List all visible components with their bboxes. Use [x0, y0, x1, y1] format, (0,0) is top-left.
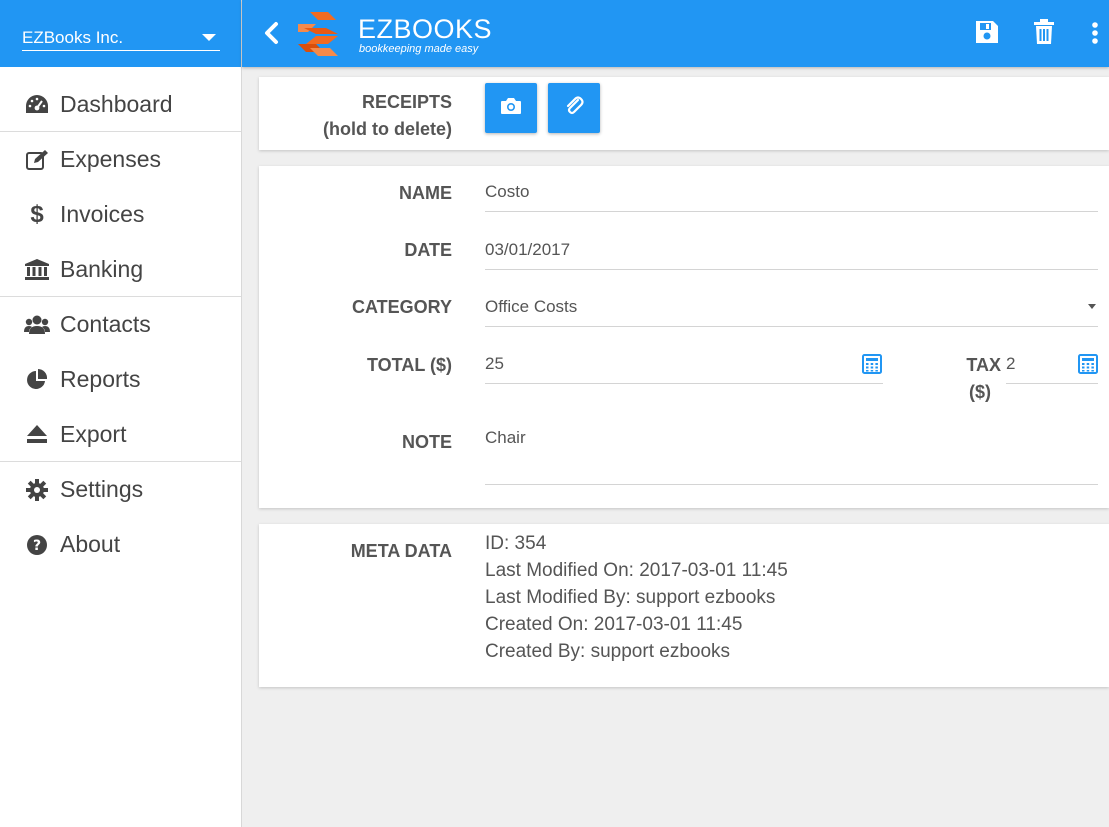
dashboard-icon	[24, 92, 50, 116]
receipts-card: RECEIPTS (hold to delete)	[259, 77, 1109, 150]
sidebar-item-banking[interactable]: Banking	[0, 242, 241, 297]
category-value: Office Costs	[485, 297, 578, 316]
attach-button[interactable]	[548, 83, 600, 133]
expense-form-card: NAME Costo DATE 03/01/2017 CATEGORY Offi…	[259, 166, 1109, 508]
sidebar-item-label: Settings	[60, 476, 144, 502]
gear-icon	[24, 478, 50, 502]
eject-icon	[24, 422, 50, 446]
sidebar-item-label: Invoices	[60, 201, 145, 227]
meta-created-on: Created On: 2017-03-01 11:45	[485, 614, 743, 635]
meta-data-card: META DATA ID: 354 Last Modified On: 2017…	[259, 524, 1109, 687]
sidebar-header: EZBooks Inc.	[0, 0, 241, 67]
paperclip-icon	[564, 95, 584, 122]
meta-id: ID: 354	[485, 533, 547, 554]
sidebar-item-invoices[interactable]: $ Invoices	[0, 187, 241, 242]
more-vert-icon[interactable]	[1088, 18, 1104, 48]
brand-tagline: bookkeeping made easy	[359, 43, 479, 55]
note-label: NOTE	[401, 432, 452, 452]
brand-name: EZBOOKS	[358, 14, 493, 44]
sidebar-item-dashboard[interactable]: Dashboard	[0, 67, 241, 132]
bank-icon	[24, 257, 50, 281]
total-value: 25	[485, 354, 504, 373]
calculator-icon[interactable]	[1078, 354, 1098, 374]
date-value: 03/01/2017	[485, 240, 571, 259]
meta-last-modified-by: Last Modified By: support ezbooks	[485, 587, 776, 608]
save-icon[interactable]	[974, 18, 1002, 48]
tax-label: TAX ($)	[919, 352, 1001, 406]
edit-icon	[24, 148, 50, 172]
sidebar-item-expenses[interactable]: Expenses	[0, 132, 241, 187]
date-label: DATE	[404, 240, 452, 260]
sidebar: EZBooks Inc. Dashboard Expenses $ Invoic…	[0, 0, 242, 827]
sidebar-item-label: Banking	[60, 255, 144, 282]
calculator-icon[interactable]	[862, 354, 882, 374]
sidebar-item-export[interactable]: Export	[0, 407, 241, 462]
sidebar-nav: Dashboard Expenses $ Invoices Banking Co…	[0, 67, 241, 572]
receipts-title: RECEIPTS	[361, 92, 452, 112]
meta-data-label: META DATA	[350, 541, 452, 561]
tax-label-line1: TAX	[966, 355, 1001, 375]
sidebar-item-label: Reports	[60, 366, 141, 392]
company-name: EZBooks Inc.	[22, 28, 124, 47]
tax-label-line2: ($)	[969, 382, 991, 402]
sidebar-item-label: Dashboard	[60, 90, 173, 117]
total-field[interactable]: 25	[485, 354, 883, 384]
note-field[interactable]: Chair	[485, 428, 1098, 485]
ezbooks-logo-icon	[296, 10, 344, 58]
category-label: CATEGORY	[351, 297, 452, 317]
receipts-label: RECEIPTS (hold to delete)	[323, 89, 452, 143]
sidebar-item-about[interactable]: ? About	[0, 517, 241, 572]
receipts-hint: (hold to delete)	[323, 119, 452, 139]
camera-button[interactable]	[485, 83, 537, 133]
name-field[interactable]: Costo	[485, 182, 1098, 212]
caret-down-icon	[202, 34, 216, 41]
category-select[interactable]: Office Costs	[485, 297, 1098, 327]
question-circle-icon: ?	[24, 533, 50, 557]
meta-last-modified-on: Last Modified On: 2017-03-01 11:45	[485, 560, 788, 581]
trash-icon[interactable]	[1031, 18, 1059, 48]
name-label: NAME	[399, 183, 452, 203]
meta-data-list: ID: 354 Last Modified On: 2017-03-01 11:…	[485, 530, 788, 665]
sidebar-item-reports[interactable]: Reports	[0, 352, 241, 407]
note-value: Chair	[485, 428, 526, 447]
sidebar-item-label: Contacts	[60, 311, 151, 337]
svg-text:?: ?	[33, 538, 41, 554]
sidebar-item-contacts[interactable]: Contacts	[0, 297, 241, 352]
users-icon	[24, 313, 50, 337]
tax-value: 2	[1006, 354, 1016, 373]
pie-chart-icon	[24, 368, 50, 392]
dollar-icon: $	[30, 200, 44, 228]
sidebar-item-label: About	[60, 531, 121, 557]
sidebar-item-label: Export	[60, 420, 127, 447]
camera-icon	[500, 97, 522, 120]
company-select[interactable]: EZBooks Inc.	[22, 26, 220, 51]
date-field[interactable]: 03/01/2017	[485, 240, 1098, 270]
sidebar-item-label: Expenses	[60, 146, 162, 172]
total-label: TOTAL ($)	[367, 355, 452, 375]
back-icon[interactable]	[260, 20, 284, 46]
caret-down-icon	[1088, 304, 1096, 309]
meta-created-by: Created By: support ezbooks	[485, 641, 731, 662]
top-bar: EZBOOKS bookkeeping made easy	[242, 0, 1109, 67]
sidebar-item-settings[interactable]: Settings	[0, 462, 241, 517]
name-value: Costo	[485, 182, 530, 201]
